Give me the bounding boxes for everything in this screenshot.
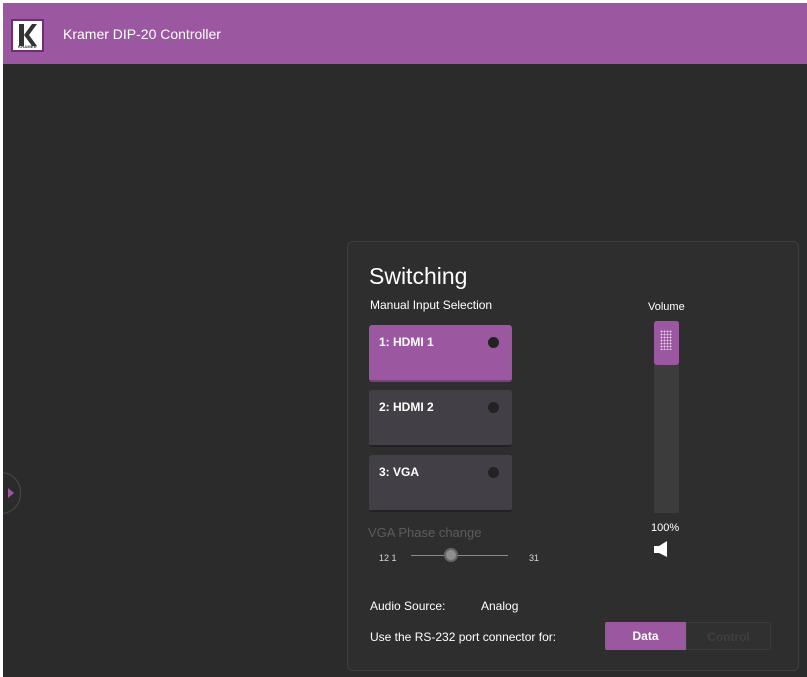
audio-source-label: Audio Source:: [370, 599, 446, 613]
input-button-hdmi1[interactable]: 1: HDMI 1: [369, 325, 512, 382]
input-button-vga[interactable]: 3: VGA: [369, 455, 512, 512]
vga-phase-max: 31: [529, 553, 540, 563]
manual-input-label: Manual Input Selection: [370, 298, 493, 312]
status-dot-icon: [488, 402, 499, 413]
chevron-right-icon: [8, 488, 14, 498]
volume-label: Volume: [648, 301, 685, 313]
rs232-toggle: Data Control: [605, 622, 771, 650]
vga-phase-slider-thumb[interactable]: [444, 548, 458, 562]
grip-icon: [660, 330, 672, 350]
panel-title: Switching: [369, 263, 468, 289]
status-dot-icon: [488, 467, 499, 478]
input-label: 3: VGA: [379, 465, 420, 479]
input-label: 1: HDMI 1: [379, 335, 434, 349]
rs232-label: Use the RS-232 port connector for:: [370, 630, 557, 644]
logo-wordmark: KRAMER: [18, 44, 37, 49]
app-window: KRAMER Kramer DIP-20 Controller Switchin…: [3, 3, 807, 677]
audio-source-value: Analog: [481, 599, 519, 613]
vga-phase-value: 12 1: [379, 553, 397, 563]
rs232-control-button[interactable]: Control: [686, 622, 771, 650]
speaker-icon[interactable]: [654, 540, 672, 558]
volume-value: 100%: [651, 522, 680, 534]
volume-slider-thumb[interactable]: [654, 321, 679, 365]
sidebar-toggle[interactable]: [3, 472, 21, 514]
k-logo-icon: [19, 24, 37, 46]
rs232-data-button[interactable]: Data: [605, 622, 686, 650]
status-dot-icon: [488, 337, 499, 348]
vga-phase-slider-track[interactable]: [411, 555, 508, 556]
kramer-logo: KRAMER: [11, 19, 44, 52]
input-label: 2: HDMI 2: [379, 400, 434, 414]
input-button-hdmi2[interactable]: 2: HDMI 2: [369, 390, 512, 447]
app-title: Kramer DIP-20 Controller: [63, 26, 221, 42]
vga-phase-label: VGA Phase change: [368, 525, 482, 540]
header-bar: KRAMER Kramer DIP-20 Controller: [3, 3, 807, 64]
switching-panel: Switching Manual Input Selection 1: HDMI…: [347, 241, 799, 671]
